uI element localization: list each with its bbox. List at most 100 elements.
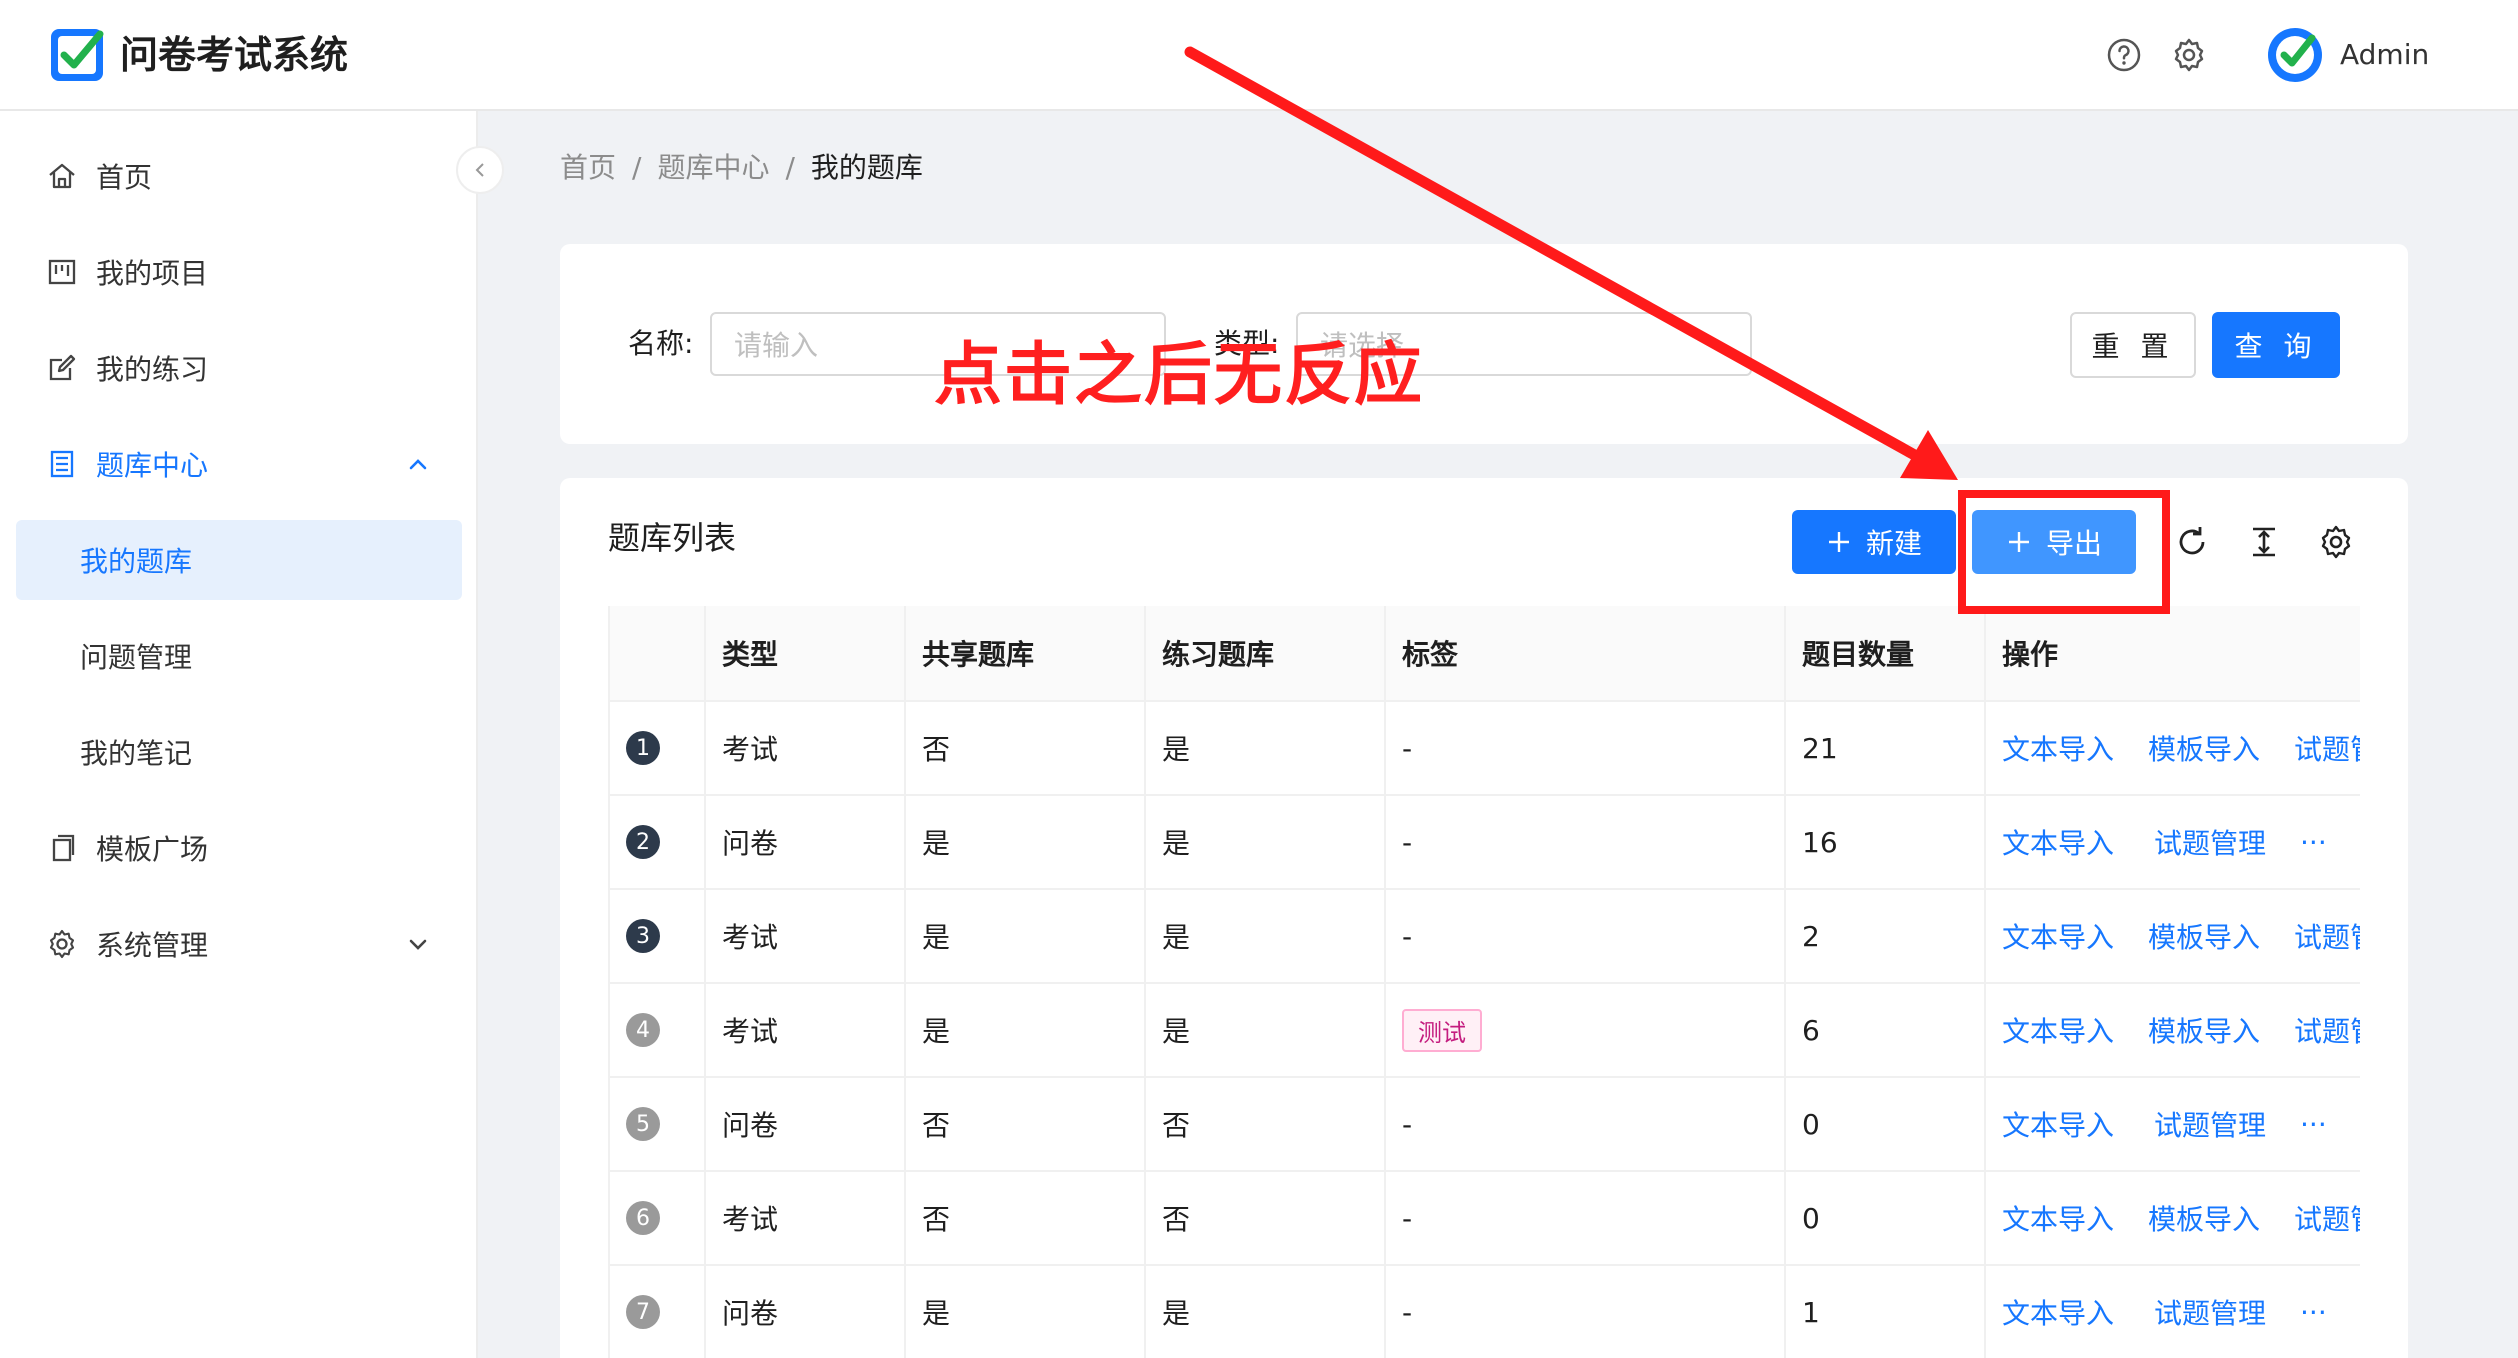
question-circle-icon[interactable] xyxy=(2105,36,2143,74)
more-actions-button[interactable]: ··· xyxy=(2300,826,2327,859)
sidebar-item-home[interactable]: 首页 xyxy=(0,136,478,216)
count-cell: 0 xyxy=(1802,1201,1820,1235)
sidebar-item-label: 题库中心 xyxy=(96,449,209,482)
app-logo-icon xyxy=(51,29,104,81)
action-link[interactable]: 试题管 xyxy=(2294,728,2360,768)
shared-cell: 否 xyxy=(922,733,951,766)
copy-icon xyxy=(52,834,75,862)
action-link[interactable]: 试题管 xyxy=(2294,1198,2360,1238)
more-actions-button[interactable]: ··· xyxy=(2300,1108,2327,1141)
column-height-icon[interactable] xyxy=(2246,524,2282,560)
practice-cell: 是 xyxy=(1162,1297,1191,1330)
breadcrumb-question-bank-center[interactable]: 题库中心 xyxy=(657,150,769,186)
sidebar-item-practice[interactable]: 我的练习 xyxy=(0,328,478,408)
gear-icon[interactable] xyxy=(2170,36,2208,74)
actions-cell: 文本导入模板导入试题管 xyxy=(1984,890,2360,982)
sidebar: 首页 我的项目 我的练习 题库中心 我的题库 问题管理 我的笔记 模板广场 系统… xyxy=(0,111,478,1358)
column-header-actions: 操作 xyxy=(2002,638,2059,671)
action-link[interactable]: 试题管理 xyxy=(2154,1292,2266,1332)
table-row: 7 问卷 是 是 - 1 文本导入 试题管理 ··· xyxy=(608,1266,2360,1358)
user-name[interactable]: Admin xyxy=(2340,36,2429,74)
new-button[interactable]: 新建 xyxy=(1792,510,1956,574)
tag-cell: - xyxy=(1402,1201,1413,1235)
reload-icon[interactable] xyxy=(2174,524,2210,560)
type-cell: 考试 xyxy=(722,733,779,766)
breadcrumb-home[interactable]: 首页 xyxy=(560,150,616,186)
column-header-count[interactable]: 题目数量 xyxy=(1784,606,1914,700)
action-link[interactable]: 文本导入 xyxy=(2002,728,2114,768)
question-bank-table: 类型 共享题库 练习题库 标签 题目数量 操作 1 考试否是 -21 文本导入 模板导入… xyxy=(608,606,2360,1358)
column-header-shared[interactable]: 共享题库 xyxy=(904,606,1034,700)
table-row: 5 问卷 否 否 - 0 文本导入 试题管理 ··· xyxy=(608,1078,2360,1172)
row-index-badge: 4 xyxy=(626,1013,660,1047)
row-index-badge: 1 xyxy=(626,731,660,765)
sidebar-item-my-question-bank[interactable]: 我的题库 xyxy=(16,520,462,600)
row-index-badge: 5 xyxy=(626,1107,660,1141)
practice-cell: 是 xyxy=(1162,1015,1191,1048)
sidebar-item-question-bank-center[interactable]: 题库中心 xyxy=(0,424,478,504)
breadcrumb-separator: / xyxy=(785,151,795,184)
action-link[interactable]: 文本导入 xyxy=(2002,822,2114,862)
shared-cell: 是 xyxy=(922,827,951,860)
shared-cell: 是 xyxy=(922,921,951,954)
action-link[interactable]: 试题管 xyxy=(2294,916,2360,956)
table-header-row: 类型 共享题库 练习题库 标签 题目数量 操作 xyxy=(608,606,2360,702)
book-icon xyxy=(50,450,74,478)
action-link[interactable]: 试题管理 xyxy=(2154,822,2266,862)
column-header-type[interactable]: 类型 xyxy=(704,606,778,700)
sidebar-item-my-notes[interactable]: 我的笔记 xyxy=(0,712,478,792)
reset-button[interactable]: 重 置 xyxy=(2070,312,2196,378)
table-row: 2 问卷 是 是 - 16 文本导入 试题管理 ··· xyxy=(608,796,2360,890)
type-cell: 问卷 xyxy=(722,1109,779,1142)
sidebar-item-label: 我的项目 xyxy=(96,257,209,290)
sidebar-item-projects[interactable]: 我的项目 xyxy=(0,232,478,312)
count-cell: 6 xyxy=(1802,1013,1820,1047)
action-link[interactable]: 文本导入 xyxy=(2002,1198,2114,1238)
table-row: 6 考试 否 否 - 0 文本导入模板导入试题管 xyxy=(608,1172,2360,1266)
shared-cell: 否 xyxy=(922,1109,951,1142)
action-link[interactable]: 模板导入 xyxy=(2148,728,2260,768)
sidebar-item-question-management[interactable]: 问题管理 xyxy=(0,616,478,696)
column-header-tag[interactable]: 标签 xyxy=(1384,606,1458,700)
query-button[interactable]: 查 询 xyxy=(2212,312,2340,378)
gear-icon[interactable] xyxy=(2318,524,2354,560)
avatar[interactable] xyxy=(2266,26,2324,84)
shared-cell: 是 xyxy=(922,1015,951,1048)
sidebar-item-system-management[interactable]: 系统管理 xyxy=(0,904,478,984)
breadcrumb-separator: / xyxy=(632,151,642,184)
chevron-up-icon xyxy=(409,459,427,470)
practice-cell: 否 xyxy=(1162,1109,1191,1142)
sidebar-item-label: 问题管理 xyxy=(80,641,193,674)
project-icon xyxy=(48,259,76,285)
sidebar-collapse-button[interactable] xyxy=(456,146,504,194)
column-header-practice[interactable]: 练习题库 xyxy=(1144,606,1274,700)
action-link[interactable]: 试题管理 xyxy=(2154,1104,2266,1144)
tag-cell: 测试 xyxy=(1384,984,1482,1076)
sidebar-item-label: 我的练习 xyxy=(96,353,209,386)
actions-cell: 文本导入模板导入试题管 xyxy=(1984,1172,2360,1264)
actions-cell: 文本导入 试题管理 ··· xyxy=(1984,1266,2327,1358)
type-cell: 考试 xyxy=(722,921,779,954)
action-link[interactable]: 试题管 xyxy=(2294,1010,2360,1050)
more-actions-button[interactable]: ··· xyxy=(2300,1296,2327,1329)
practice-cell: 否 xyxy=(1162,1203,1191,1236)
row-index-cell: 2 xyxy=(608,796,660,888)
sidebar-item-template-plaza[interactable]: 模板广场 xyxy=(0,808,478,888)
chevron-down-icon xyxy=(409,939,427,950)
action-link[interactable]: 模板导入 xyxy=(2148,916,2260,956)
actions-cell: 文本导入模板导入试题管 xyxy=(1984,702,2360,794)
action-link[interactable]: 模板导入 xyxy=(2148,1198,2260,1238)
action-link[interactable]: 文本导入 xyxy=(2002,1292,2114,1332)
sidebar-item-label: 系统管理 xyxy=(96,929,209,962)
row-index-cell: 3 xyxy=(608,890,660,982)
action-link[interactable]: 文本导入 xyxy=(2002,1010,2114,1050)
action-link[interactable]: 文本导入 xyxy=(2002,916,2114,956)
action-link[interactable]: 模板导入 xyxy=(2148,1010,2260,1050)
row-index-badge: 2 xyxy=(626,825,660,859)
type-cell: 问卷 xyxy=(722,827,779,860)
breadcrumb-current: 我的题库 xyxy=(810,151,923,184)
row-index-badge: 6 xyxy=(626,1201,660,1235)
actions-cell: 文本导入 试题管理 ··· xyxy=(1984,796,2327,888)
practice-cell: 是 xyxy=(1162,827,1191,860)
action-link[interactable]: 文本导入 xyxy=(2002,1104,2114,1144)
